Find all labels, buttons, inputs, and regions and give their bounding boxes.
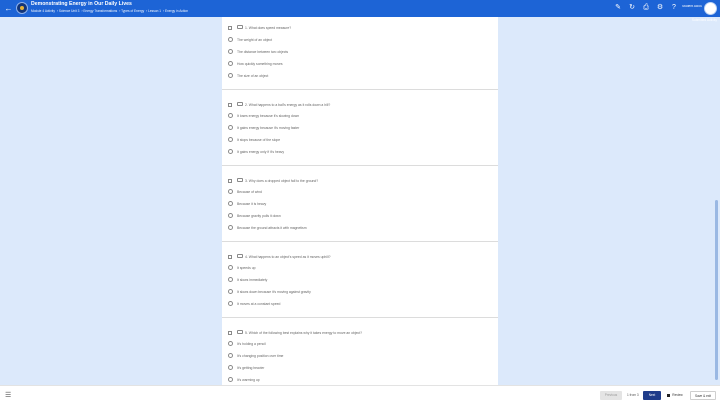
next-button[interactable]: Next [643, 391, 661, 400]
top-bar: ← Demonstrating Energy in Our Daily Live… [0, 0, 720, 17]
option-label: Because gravity pulls it down [237, 214, 281, 218]
breadcrumb: Module 4 Activity › Science Unit 3 › Energ… [31, 9, 189, 13]
back-arrow-icon[interactable]: ← [4, 4, 13, 13]
radio-button[interactable] [228, 341, 233, 346]
option-label: It's getting heavier [237, 366, 265, 370]
divider [222, 241, 498, 242]
option-label: How quickly something moves [237, 62, 283, 66]
question-text: 1. What does speed measure? [245, 26, 292, 30]
option-label: The weight of an object [237, 38, 273, 42]
radio-button[interactable] [228, 73, 233, 78]
breadcrumb-item[interactable]: Types of Energy [121, 9, 144, 13]
bottom-bar: ☰ Previous 1 from 3 Next Review Save & e… [0, 385, 720, 404]
radio-button[interactable] [228, 301, 233, 306]
quiz-card: 1. What does speed measure? The weight o… [222, 17, 498, 385]
review-button[interactable]: Review [664, 391, 686, 400]
radio-button[interactable] [228, 365, 233, 370]
option-label: It's warming up [237, 378, 260, 382]
option-label: Because it is heavy [237, 202, 267, 206]
radio-button[interactable] [228, 189, 233, 194]
user-name: Student Account [682, 5, 702, 8]
radio-button[interactable] [228, 377, 233, 382]
question-text: 4. What happens to an object's speed as … [245, 255, 331, 259]
option-label: It's holding a pencil [237, 342, 266, 346]
option-label: Because the ground attracts it with magn… [237, 226, 307, 230]
option-label: It slows immediately [237, 278, 268, 282]
refresh-icon[interactable]: ↻ [628, 4, 636, 12]
school-logo [16, 2, 28, 14]
radio-button[interactable] [228, 201, 233, 206]
flag-icon[interactable] [237, 330, 243, 334]
option-label: It slows down because it's moving agains… [237, 290, 311, 294]
radio-button[interactable] [228, 213, 233, 218]
review-icon [667, 393, 671, 397]
radio-button[interactable] [228, 265, 233, 270]
scrollbar[interactable] [715, 200, 718, 380]
option-label: The size of an object [237, 74, 269, 78]
flag-icon[interactable] [237, 254, 243, 258]
option-label: It gains energy because it's moving fast… [237, 126, 300, 130]
divider [222, 317, 498, 318]
toolbar: ✎ ↻ ⎙ ⚙ ? [614, 4, 678, 12]
flag-icon[interactable] [237, 178, 243, 182]
radio-button[interactable] [228, 61, 233, 66]
settings-icon[interactable]: ⚙ [656, 4, 664, 12]
question-checkbox[interactable] [228, 179, 232, 183]
review-label: Review [672, 393, 683, 397]
radio-button[interactable] [228, 137, 233, 142]
option-label: It loses energy because it's slowing dow… [237, 114, 300, 118]
radio-button[interactable] [228, 149, 233, 154]
help-icon[interactable]: ? [670, 4, 678, 12]
option-label: Because of wind [237, 190, 262, 194]
breadcrumb-item[interactable]: Energy Transformations [83, 9, 117, 13]
flag-icon[interactable] [237, 25, 243, 29]
option-label: It moves at a constant speed [237, 302, 281, 306]
question-checkbox[interactable] [228, 26, 232, 30]
option-label: It gains energy only if it's heavy [237, 150, 285, 154]
breadcrumb-item[interactable]: Module 4 Activity [31, 9, 55, 13]
breadcrumb-item[interactable]: Science Unit 3 [59, 9, 80, 13]
option-label: It's changing position over time [237, 354, 284, 358]
question-text: 2. What happens to a ball's energy as it… [245, 103, 331, 107]
flag-icon[interactable] [237, 102, 243, 106]
breadcrumb-item[interactable]: Energy in Action [165, 9, 188, 13]
avatar[interactable] [704, 2, 717, 15]
radio-button[interactable] [228, 289, 233, 294]
radio-button[interactable] [228, 277, 233, 282]
option-label: The distance between two objects [237, 50, 289, 54]
status-link[interactable]: Submitted Activity [692, 18, 717, 22]
pen-icon[interactable]: ✎ [614, 4, 622, 12]
radio-button[interactable] [228, 125, 233, 130]
previous-button[interactable]: Previous [600, 391, 622, 400]
question-text: 5. Which of the following best explains … [245, 331, 363, 335]
save-exit-button[interactable]: Save & exit [690, 391, 716, 400]
option-label: It speeds up [237, 266, 256, 270]
option-label: It stops because of the slope [237, 138, 281, 142]
radio-button[interactable] [228, 353, 233, 358]
radio-button[interactable] [228, 49, 233, 54]
radio-button[interactable] [228, 225, 233, 230]
menu-icon[interactable]: ☰ [5, 392, 11, 399]
print-icon[interactable]: ⎙ [642, 4, 650, 12]
divider [222, 165, 498, 166]
breadcrumb-item[interactable]: Lesson 1 [148, 9, 161, 13]
question-checkbox[interactable] [228, 255, 232, 259]
page-count: 1 from 3 [627, 393, 639, 397]
question-checkbox[interactable] [228, 103, 232, 107]
page-title: Demonstrating Energy in Our Daily Lives [31, 1, 132, 7]
divider [222, 89, 498, 90]
radio-button[interactable] [228, 113, 233, 118]
radio-button[interactable] [228, 37, 233, 42]
question-checkbox[interactable] [228, 331, 232, 335]
question-text: 3. Why does a dropped object fall to the… [245, 179, 319, 183]
